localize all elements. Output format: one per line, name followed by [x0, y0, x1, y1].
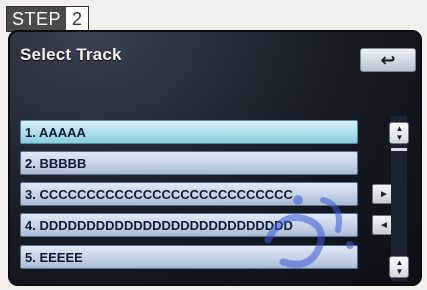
page-title: Select Track: [20, 45, 122, 64]
track-label: 3. CCCCCCCCCCCCCCCCCCCCCCCCCCC: [25, 186, 293, 202]
scroll-down-icon: ▲▼: [395, 258, 404, 276]
track-row-1[interactable]: 1. AAAAA: [20, 120, 358, 144]
track-label: 2. BBBBB: [25, 155, 87, 171]
step-label: STEP: [7, 7, 67, 31]
scroll-up-icon: ▲▼: [395, 124, 404, 142]
back-icon: ↩: [380, 50, 396, 70]
scroll-thumb[interactable]: [391, 148, 407, 151]
list-scrollbar[interactable]: ▲▼ ▲▼: [385, 116, 413, 281]
scroll-up-button[interactable]: ▲▼: [389, 122, 409, 144]
scroll-down-button[interactable]: ▲▼: [389, 256, 409, 278]
track-row-4[interactable]: 4. DDDDDDDDDDDDDDDDDDDDDDDDDDD: [20, 213, 358, 237]
track-row-2[interactable]: 2. BBBBB: [20, 151, 358, 175]
step-badge: STEP 2: [6, 6, 90, 32]
navigation-screen: Select Track ↩ 1. AAAAA 2. BBBBB 3. CCCC…: [8, 30, 422, 286]
track-row-3[interactable]: 3. CCCCCCCCCCCCCCCCCCCCCCCCCCC: [20, 182, 358, 206]
step-number: 2: [66, 7, 89, 31]
track-label: 5. EEEEE: [25, 249, 83, 265]
track-label: 1. AAAAA: [25, 124, 86, 140]
track-label: 4. DDDDDDDDDDDDDDDDDDDDDDDDDDD: [25, 217, 293, 233]
track-row-5[interactable]: 5. EEEEE: [20, 245, 358, 269]
back-button[interactable]: ↩: [360, 48, 416, 72]
